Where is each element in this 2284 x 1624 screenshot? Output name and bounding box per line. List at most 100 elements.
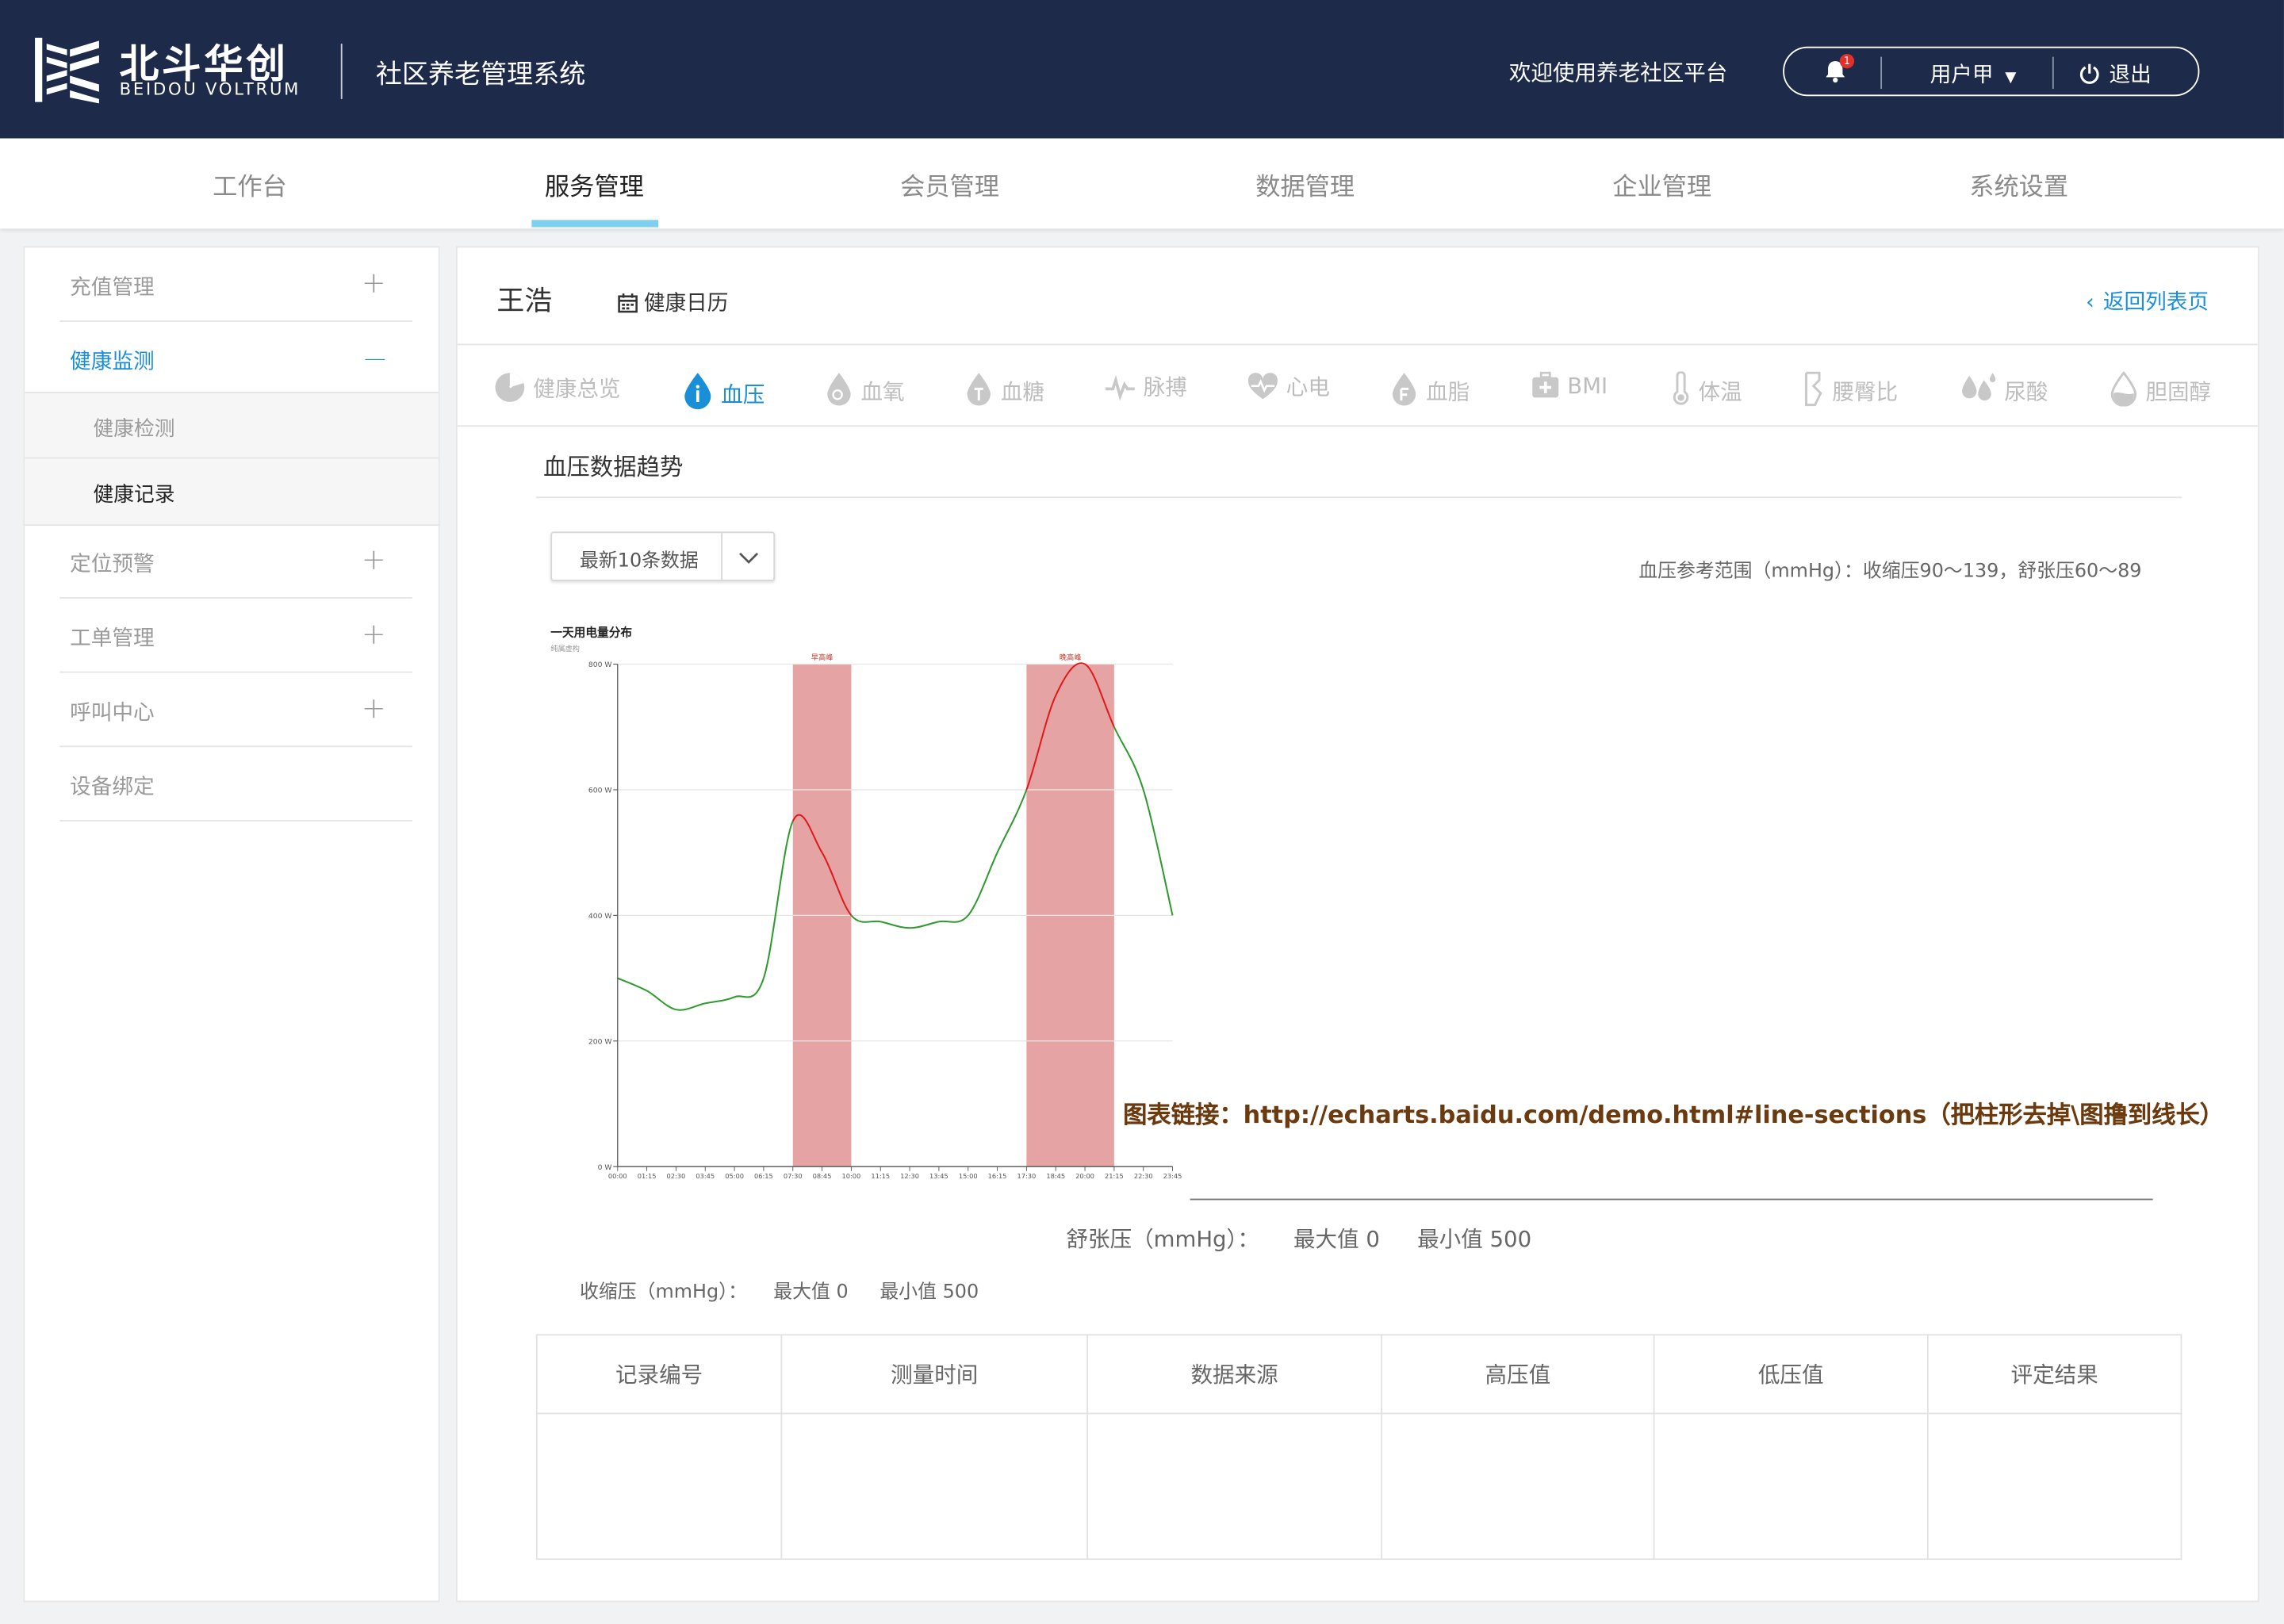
x-tick-label: 13:45 xyxy=(929,1172,948,1180)
plus-icon: + xyxy=(361,265,386,301)
username-label: 用户甲 xyxy=(1930,63,1994,88)
series-line-segment xyxy=(967,852,998,917)
tab-label: 血脂 xyxy=(1426,378,1470,405)
x-tick-label: 20:00 xyxy=(1075,1172,1094,1180)
body-outline-icon xyxy=(1805,371,1822,407)
tab-blood-sugar[interactable]: 血糖 xyxy=(964,371,1044,406)
tab-bmi[interactable]: BMI xyxy=(1531,371,1608,400)
brand-logo-icon xyxy=(35,37,99,104)
series-line-segment xyxy=(617,977,648,992)
tab-label: 腰臀比 xyxy=(1832,378,1899,405)
col-record-id: 记录编号 xyxy=(535,1334,783,1415)
main-nav: 工作台 服务管理 会员管理 数据管理 企业管理 系统设置 xyxy=(0,138,2284,229)
annotation-divider xyxy=(1190,1198,2153,1201)
systolic-min: 最小值 500 xyxy=(879,1281,979,1304)
x-tick-label: 22:30 xyxy=(1134,1172,1153,1180)
tab-label: 血压 xyxy=(721,381,765,408)
welcome-text: 欢迎使用养老社区平台 xyxy=(1508,59,1728,86)
chart-title: 一天用电量分布 xyxy=(550,626,632,640)
series-line-segment xyxy=(938,914,969,923)
sidebar-item-label: 工单管理 xyxy=(70,627,155,652)
series-line-segment xyxy=(850,914,881,923)
y-tick-label: 600 W xyxy=(588,787,612,795)
logout-label: 退出 xyxy=(2109,63,2152,88)
nav-member-management[interactable]: 会员管理 xyxy=(900,166,999,203)
systolic-label: 收缩压（mmHg）： xyxy=(580,1281,747,1304)
pie-chart-icon xyxy=(495,373,525,402)
x-tick-label: 16:15 xyxy=(988,1172,1007,1180)
x-tick-label: 06:15 xyxy=(754,1172,773,1180)
series-line-segment xyxy=(734,978,765,998)
sidebar-item-label: 健康监测 xyxy=(70,350,155,375)
medical-kit-icon xyxy=(1532,371,1559,398)
tab-temperature[interactable]: 体温 xyxy=(1671,370,1742,406)
range-select-toggle[interactable] xyxy=(721,533,773,580)
chevron-down-icon xyxy=(739,552,759,564)
sidebar-item-call-center[interactable]: 呼叫中心 + xyxy=(59,673,412,748)
nav-service-management[interactable]: 服务管理 xyxy=(545,166,644,203)
sidebar-item-work-orders[interactable]: 工单管理 + xyxy=(59,599,412,673)
nav-workbench[interactable]: 工作台 xyxy=(213,166,287,203)
col-measure-time: 测量时间 xyxy=(780,1334,1089,1415)
logout-button[interactable]: 退出 xyxy=(2079,58,2152,89)
sidebar-subitem-health-records[interactable]: 健康记录 xyxy=(25,458,439,527)
user-panel: 1 用户甲 ▼ 退出 xyxy=(1783,46,2200,97)
x-tick-label: 21:15 xyxy=(1105,1172,1124,1180)
tab-cholesterol[interactable]: 胆固醇 xyxy=(2110,370,2211,407)
nav-data-management[interactable]: 数据管理 xyxy=(1255,166,1355,203)
tab-blood-lipid[interactable]: 血脂 xyxy=(1389,371,1470,406)
table-cell xyxy=(780,1412,1089,1561)
tab-health-overview[interactable]: 健康总览 xyxy=(494,371,620,403)
tab-pulse[interactable]: 脉搏 xyxy=(1104,371,1187,402)
x-tick-label: 15:00 xyxy=(959,1172,978,1180)
x-tick-label: 00:00 xyxy=(608,1172,627,1180)
range-select[interactable]: 最新10条数据 xyxy=(550,531,776,581)
person-name: 王浩 xyxy=(496,285,553,318)
sugar-drop-icon xyxy=(967,373,991,406)
systolic-max: 最大值 0 xyxy=(773,1281,849,1304)
series-line-segment xyxy=(676,1002,706,1011)
tab-label: 血氧 xyxy=(860,378,905,405)
x-tick-label: 03:45 xyxy=(696,1172,715,1180)
sidebar-item-location-alert[interactable]: 定位预警 + xyxy=(59,524,412,599)
tab-uric-acid[interactable]: 尿酸 xyxy=(1959,371,2048,406)
x-tick-label: 23:45 xyxy=(1163,1172,1182,1180)
metric-tabs: 健康总览 血压 血氧 血糖 脉搏 心电 血脂 BMI 体温 腰臀比 尿酸 胆固醇 xyxy=(457,343,2258,427)
pill-divider xyxy=(2052,56,2054,90)
plus-icon: + xyxy=(361,542,386,577)
table-cell xyxy=(535,1412,783,1561)
tab-label: 血糖 xyxy=(1000,378,1044,405)
nav-enterprise-management[interactable]: 企业管理 xyxy=(1612,166,1711,203)
sidebar-subitem-health-check[interactable]: 健康检测 xyxy=(25,392,439,459)
minus-icon: — xyxy=(364,345,386,372)
drops-icon xyxy=(1962,373,1996,401)
peak-area-label: 早高峰 xyxy=(811,653,834,662)
thermometer-icon xyxy=(1673,370,1689,405)
sidebar-item-device-binding[interactable]: 设备绑定 xyxy=(59,747,412,822)
table-cell xyxy=(1381,1412,1655,1561)
sidebar-item-health-monitoring[interactable]: 健康监测 — xyxy=(59,322,412,396)
diastolic-min: 最小值 500 xyxy=(1417,1226,1532,1253)
table-cell xyxy=(1926,1412,2182,1561)
series-line-segment xyxy=(880,921,910,929)
tab-label: 脉搏 xyxy=(1143,374,1187,401)
back-to-list-link[interactable]: ‹ 返回列表页 xyxy=(2086,285,2209,316)
chart-link-annotation: 图表链接：http://echarts.baidu.com/demo.html#… xyxy=(1123,1101,2225,1129)
sidebar-subitem-label: 健康记录 xyxy=(93,483,175,508)
sidebar: 充值管理 + 健康监测 — 健康检测 健康记录 定位预警 + 工单管理 + 呼叫… xyxy=(23,246,440,1603)
x-tick-label: 11:15 xyxy=(871,1172,890,1180)
health-calendar-link[interactable]: 健康日历 xyxy=(618,287,728,318)
tab-waist-hip-ratio[interactable]: 腰臀比 xyxy=(1802,371,1899,407)
tab-blood-pressure[interactable]: 血压 xyxy=(682,371,765,410)
tab-blood-oxygen[interactable]: 血氧 xyxy=(825,371,905,406)
power-icon xyxy=(2079,63,2099,84)
tab-ecg[interactable]: 心电 xyxy=(1247,371,1330,402)
user-menu[interactable]: 用户甲 ▼ xyxy=(1930,58,2017,89)
bp-trend-chart: 一天用电量分布 纯属虚构 早高峰 晚高峰 0 W 200 W 400 W 600 W 80… xyxy=(550,626,1182,1180)
nav-system-settings[interactable]: 系统设置 xyxy=(1969,166,2068,203)
nav-active-indicator xyxy=(531,220,659,228)
x-tick-label: 07:30 xyxy=(784,1172,803,1180)
heart-ecg-icon xyxy=(1247,373,1278,400)
app-root: 北斗华创 BEIDOU VOLTRUM 社区养老管理系统 欢迎使用养老社区平台 … xyxy=(0,0,2284,1623)
sidebar-item-recharge[interactable]: 充值管理 + xyxy=(59,247,412,322)
